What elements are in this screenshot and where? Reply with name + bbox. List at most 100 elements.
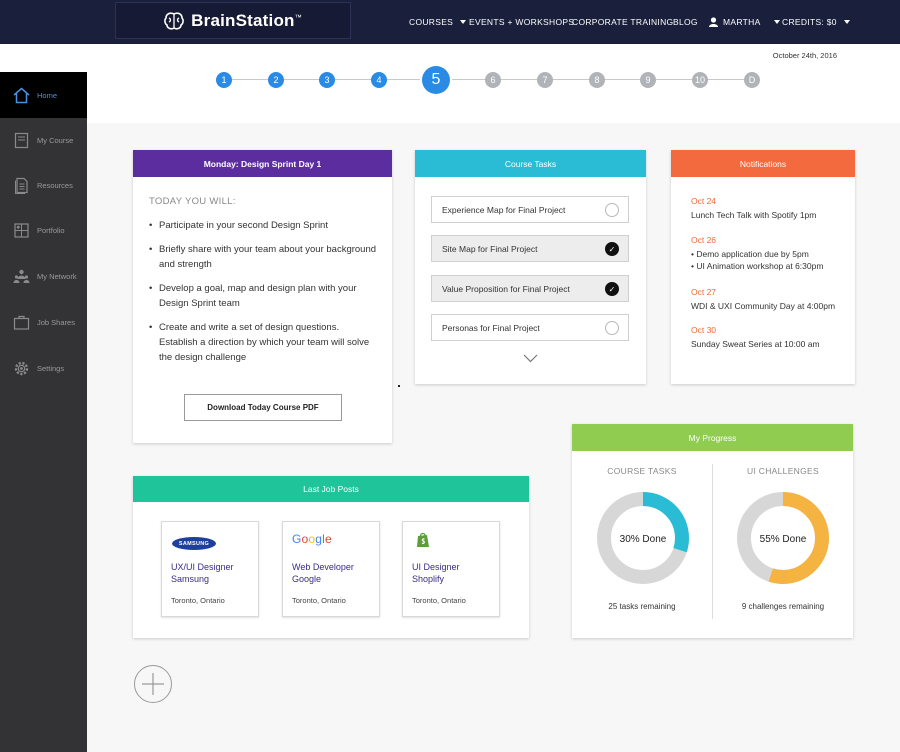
step-8[interactable]: 8 (589, 72, 605, 88)
chevron-down-icon (843, 20, 850, 24)
list-item: Develop a goal, map and design plan with… (149, 281, 379, 311)
sidebar-item-home[interactable]: Home (0, 72, 87, 118)
step-6[interactable]: 6 (485, 72, 501, 88)
course-tasks-title: Course Tasks (415, 150, 646, 177)
sidebar-item-label: Portfolio (37, 225, 65, 235)
job-company: Google (292, 574, 322, 584)
course-tasks-percent: 30% Done (620, 534, 667, 545)
nav-user-menu[interactable]: MARTHA (709, 0, 780, 44)
task-item[interactable]: Value Proposition for Final Project ✓ (431, 275, 629, 302)
checkmark-icon[interactable]: ✓ (605, 282, 619, 296)
step-9[interactable]: 9 (640, 72, 656, 88)
today-card: Monday: Design Sprint Day 1 TODAY YOU WI… (133, 150, 392, 443)
notification-text: • Demo application due by 5pm (691, 249, 809, 259)
nav-events[interactable]: EVENTS + WORKSHOPS (469, 0, 574, 44)
list-item: Create and write a set of design questio… (149, 320, 379, 365)
notification-item[interactable]: Oct 27 WDI & UXI Community Day at 4:00pm (691, 287, 861, 312)
sidebar-item-label: My Course (37, 135, 74, 145)
chevron-down-icon (460, 20, 467, 24)
course-tasks-ring: 30% Done (597, 492, 689, 584)
task-label: Experience Map for Final Project (442, 204, 566, 215)
step-current[interactable]: 5 (422, 66, 450, 94)
nav-blog[interactable]: BLOG (673, 0, 698, 44)
job-location: Toronto, Ontario (292, 596, 346, 605)
download-pdf-button[interactable]: Download Today Course PDF (184, 394, 342, 421)
task-item[interactable]: Site Map for Final Project ✓ (431, 235, 629, 262)
notification-item[interactable]: Oct 26 • Demo application due by 5pm • U… (691, 235, 861, 272)
job-card-google[interactable]: Google Web Developer Google Toronto, Ont… (282, 521, 380, 617)
unchecked-circle-icon[interactable] (605, 203, 619, 217)
sidebar-item-settings[interactable]: Settings (0, 345, 87, 391)
brain-icon (164, 11, 185, 30)
job-card-samsung[interactable]: SAMSUNG UX/UI Designer Samsung Toronto, … (161, 521, 259, 617)
job-company: Samsung (171, 574, 210, 584)
notification-item[interactable]: Oct 30 Sunday Sweat Series at 10:00 am (691, 325, 861, 350)
list-item: Participate in your second Design Sprint (149, 218, 379, 233)
today-heading: TODAY YOU WILL: (149, 196, 236, 207)
task-label: Value Proposition for Final Project (442, 283, 570, 294)
sidebar-item-label: Home (37, 90, 58, 100)
trademark: ™ (294, 13, 302, 21)
brainstation-logo[interactable]: BrainStation™ (115, 2, 351, 39)
challenges-remaining: 9 challenges remaining (741, 602, 825, 611)
sidebar-top-spacer (0, 44, 87, 72)
ui-challenges-percent: 55% Done (760, 534, 807, 545)
nav-corporate-training[interactable]: CORPORATE TRAINING (572, 0, 673, 44)
sidebar-item-job-shares[interactable]: Job Shares (0, 299, 87, 345)
chevron-down-icon[interactable] (523, 354, 538, 363)
stray-dot (398, 385, 400, 387)
ui-challenges-ring: 55% Done (737, 492, 829, 584)
today-list: Participate in your second Design Sprint… (149, 218, 379, 374)
notification-text: Lunch Tech Talk with Spotify 1pm (691, 210, 817, 220)
step-demo-day[interactable]: D (744, 72, 760, 88)
task-label: Personas for Final Project (442, 322, 540, 333)
step-2[interactable]: 2 (268, 72, 284, 88)
plus-icon (142, 673, 164, 695)
nav-corporate-label: CORPORATE TRAINING (572, 17, 674, 27)
step-7[interactable]: 7 (537, 72, 553, 88)
step-10[interactable]: 10 (692, 72, 708, 88)
job-location: Toronto, Ontario (412, 596, 466, 605)
nav-blog-label: BLOG (673, 17, 698, 27)
network-icon (13, 269, 30, 283)
sidebar-item-resources[interactable]: Resources (0, 162, 87, 208)
sidebar-item-my-network[interactable]: My Network (0, 253, 87, 299)
nav-credits[interactable]: CREDITS: $0 (782, 0, 850, 44)
shopify-icon (417, 532, 429, 547)
step-3[interactable]: 3 (319, 72, 335, 88)
portfolio-icon (14, 222, 29, 238)
sidebar: Home My Course Resources Portfolio My Ne… (0, 72, 87, 752)
unchecked-circle-icon[interactable] (605, 321, 619, 335)
sidebar-item-portfolio[interactable]: Portfolio (0, 207, 87, 253)
ui-challenges-label: UI CHALLENGES (747, 466, 819, 476)
nav-courses[interactable]: COURSES (409, 0, 467, 44)
add-widget-button[interactable] (134, 665, 172, 703)
task-item[interactable]: Personas for Final Project (431, 314, 629, 341)
job-role: UI Designer (412, 562, 460, 572)
top-navigation-bar: BrainStation™ COURSES EVENTS + WORKSHOPS… (0, 0, 900, 44)
my-progress-card: My Progress COURSE TASKS UI CHALLENGES 3… (572, 424, 853, 638)
gear-icon (14, 361, 29, 375)
notification-text: Sunday Sweat Series at 10:00 am (691, 339, 820, 349)
notification-text: WDI & UXI Community Day at 4:00pm (691, 301, 836, 311)
step-1[interactable]: 1 (216, 72, 232, 88)
notification-date: Oct 30 (691, 325, 717, 335)
today-card-title: Monday: Design Sprint Day 1 (133, 150, 392, 177)
notification-item[interactable]: Oct 24 Lunch Tech Talk with Spotify 1pm (691, 196, 861, 221)
book-icon (14, 132, 29, 148)
task-item[interactable]: Experience Map for Final Project (431, 196, 629, 223)
documents-icon (15, 177, 28, 194)
job-role: Web Developer (292, 562, 354, 572)
google-logo: Google (292, 532, 332, 546)
sidebar-item-my-course[interactable]: My Course (0, 117, 87, 163)
course-tasks-label: COURSE TASKS (607, 466, 677, 476)
checkmark-icon[interactable]: ✓ (605, 242, 619, 256)
sidebar-item-label: My Network (37, 271, 77, 281)
job-card-shopify[interactable]: UI Designer Shoplify Toronto, Ontario (402, 521, 500, 617)
course-tasks-card: Course Tasks Experience Map for Final Pr… (415, 150, 646, 384)
job-role: UX/UI Designer (171, 562, 234, 572)
job-posts-title: Last Job Posts (133, 476, 529, 502)
nav-events-label: EVENTS + WORKSHOPS (469, 17, 575, 27)
chevron-down-icon (773, 20, 780, 24)
step-4[interactable]: 4 (371, 72, 387, 88)
